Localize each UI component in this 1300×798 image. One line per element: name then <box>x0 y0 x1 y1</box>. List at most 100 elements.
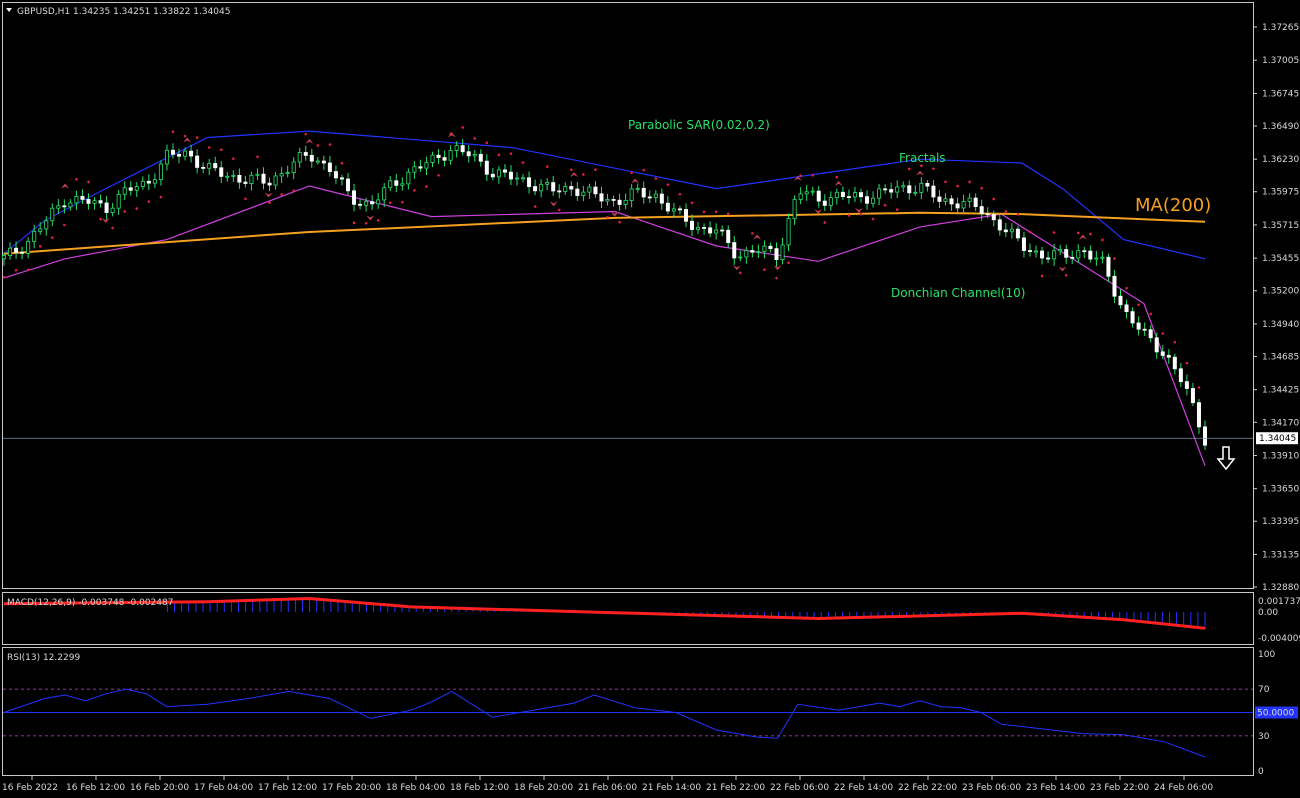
x-tick-label: 18 Feb 04:00 <box>386 783 445 793</box>
psar-dot <box>425 185 428 188</box>
candle-body <box>1052 250 1057 260</box>
candle-body <box>448 150 453 161</box>
psar-dot <box>111 226 114 230</box>
psar-dot <box>1173 340 1177 344</box>
candle-body <box>285 172 290 175</box>
psar-dot <box>485 141 489 145</box>
psar-dot <box>787 261 790 265</box>
y-tick-label: 1.35455 <box>1262 254 1299 264</box>
candle-body <box>303 152 308 156</box>
candle-body <box>466 151 471 157</box>
x-tick-label: 17 Feb 04:00 <box>194 783 253 793</box>
candle-body <box>1082 250 1087 253</box>
candle-body <box>1015 228 1020 239</box>
candle-body <box>394 180 399 186</box>
candle-body <box>74 195 79 204</box>
candle-body <box>490 173 495 178</box>
candle-body <box>44 220 49 230</box>
candle-body <box>484 160 489 175</box>
psar-dot <box>702 210 706 214</box>
psar-dot <box>751 232 754 235</box>
y-tick-label: 1.34685 <box>1262 352 1299 362</box>
candle-body <box>677 208 682 211</box>
y-tick-label: 1.34425 <box>1262 386 1299 396</box>
candle-body <box>683 209 688 222</box>
candle-body <box>780 244 785 261</box>
candle-body <box>237 175 242 183</box>
candle-body <box>140 180 145 187</box>
menu-triangle-icon[interactable] <box>6 8 12 12</box>
candle-body <box>653 193 658 198</box>
psar-dot <box>956 184 959 188</box>
candle-body <box>164 149 169 165</box>
macd-signal-line <box>3 596 1206 630</box>
psar-dot <box>630 171 633 174</box>
candle-body <box>907 185 912 194</box>
candle-body <box>189 150 194 157</box>
candle-body <box>671 208 676 212</box>
psar-dot <box>1028 230 1032 234</box>
candle-body <box>86 198 91 204</box>
psar-dot <box>401 200 404 204</box>
candle-body <box>810 190 815 193</box>
candle-body <box>756 251 761 253</box>
candle-body <box>1076 250 1081 259</box>
psar-dot <box>1137 303 1140 307</box>
candle-body <box>1124 304 1129 313</box>
candle-body <box>1154 337 1159 353</box>
psar-dot <box>545 165 549 168</box>
psar-dot <box>932 167 935 170</box>
psar-dot <box>1125 286 1128 290</box>
psar-dot <box>799 174 802 177</box>
candle-body <box>315 160 320 163</box>
psar-dot <box>1149 312 1152 316</box>
fractal-up-marker <box>447 132 456 138</box>
psar-dot <box>171 130 175 134</box>
candle-body <box>122 187 127 195</box>
psar-dot <box>654 177 658 180</box>
candle-body <box>8 247 13 256</box>
candle-body <box>152 179 157 184</box>
psar-dot <box>123 210 127 213</box>
candle-body <box>527 177 532 187</box>
candle-body <box>973 197 978 207</box>
candle-body <box>617 199 622 205</box>
candle-body <box>478 153 483 162</box>
candle-body <box>249 174 254 184</box>
rsi-tick-label: 30 <box>1258 732 1270 742</box>
fractal-up-marker <box>916 170 925 176</box>
candle-body <box>1184 381 1189 389</box>
macd-layer <box>3 596 1206 630</box>
fractal-up-marker <box>183 137 192 143</box>
candle-body <box>605 199 610 202</box>
candle-body <box>1088 250 1093 260</box>
candle-body <box>997 219 1002 231</box>
fractal-down-marker <box>366 215 375 221</box>
candle-body <box>858 192 863 198</box>
candle-body <box>514 177 519 180</box>
candle-body <box>279 173 284 177</box>
candle-body <box>575 188 580 196</box>
macd-panel <box>2 592 1254 645</box>
candle-body <box>98 200 103 204</box>
x-tick-label: 23 Feb 22:00 <box>1090 783 1149 793</box>
candle-body <box>828 197 833 206</box>
fractal-up-marker <box>631 178 640 184</box>
candle-body <box>388 180 393 189</box>
psar-dot <box>521 161 525 164</box>
psar-dot <box>859 212 863 216</box>
psar-dot <box>1016 213 1020 216</box>
candle-body <box>110 207 115 213</box>
psar-dot <box>714 210 718 214</box>
psar-dot <box>570 168 573 172</box>
fractal-up-marker <box>569 171 578 177</box>
candle-body <box>1003 229 1008 233</box>
rsi-tick-label: 0 <box>1258 767 1264 777</box>
y-tick-label: 1.36745 <box>1262 89 1299 99</box>
candle-body <box>1178 368 1183 383</box>
candle-body <box>26 240 31 254</box>
psar-dot <box>135 207 139 210</box>
psar-dot <box>99 217 102 221</box>
candle-body <box>261 173 266 184</box>
candle-body <box>913 191 918 194</box>
